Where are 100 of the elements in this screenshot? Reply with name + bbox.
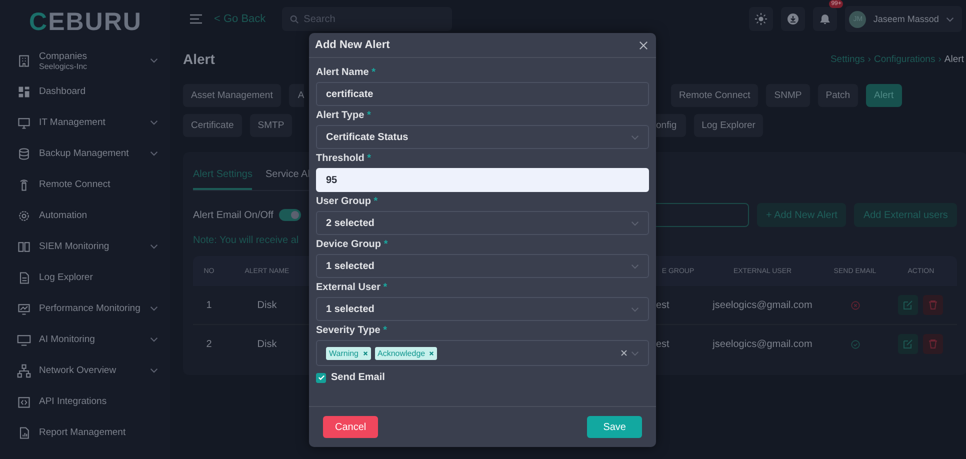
save-button[interactable]: Save bbox=[587, 416, 642, 438]
input-field[interactable]: certificate bbox=[316, 82, 649, 106]
remove-icon[interactable] bbox=[429, 350, 434, 356]
sidebar-item[interactable]: Performance Monitoring bbox=[0, 293, 170, 324]
table-cell: jseelogics@gmail.com bbox=[712, 338, 812, 350]
field-label: User Group * bbox=[316, 196, 379, 207]
config-tab[interactable]: Remote Connect bbox=[671, 84, 758, 107]
select-field[interactable]: 1 selected bbox=[316, 297, 649, 321]
database-icon bbox=[17, 146, 31, 160]
sidebar-item[interactable]: AI Monitoring bbox=[0, 324, 170, 355]
sidebar-item[interactable]: Network Overview bbox=[0, 355, 170, 386]
chevron-down-icon bbox=[150, 58, 158, 63]
field-label: Severity Type * bbox=[316, 325, 388, 336]
breadcrumb-separator: › bbox=[868, 54, 871, 64]
multi-select-field[interactable]: Warning Acknowledge bbox=[316, 340, 649, 366]
document-icon bbox=[17, 270, 31, 284]
back-link[interactable]: < Go Back bbox=[214, 13, 266, 25]
monitor-chart-icon bbox=[17, 302, 31, 316]
checkbox[interactable] bbox=[316, 372, 326, 382]
caret-icon bbox=[946, 16, 954, 22]
sidebar-item[interactable]: Backup Management bbox=[0, 138, 170, 169]
trash-icon bbox=[928, 339, 938, 349]
table-cell: 2 bbox=[206, 338, 212, 350]
tab[interactable]: Alert Settings bbox=[193, 160, 252, 190]
sidebar-item[interactable]: Remote Connect bbox=[0, 169, 170, 200]
notifications-button[interactable] bbox=[813, 7, 838, 31]
config-tab[interactable]: onfig bbox=[656, 114, 686, 137]
table-cell: jseelogics@gmail.com bbox=[712, 300, 812, 310]
sidebar-item[interactable]: IT Management bbox=[0, 107, 170, 138]
gear-icon bbox=[17, 208, 31, 222]
user-name: Jaseem Massod bbox=[873, 14, 939, 24]
breadcrumb-link[interactable]: Settings bbox=[830, 54, 865, 64]
config-tab[interactable]: Log Explorer bbox=[694, 114, 764, 137]
config-tab[interactable]: SNMP bbox=[766, 84, 810, 107]
chevron-down-icon bbox=[631, 350, 639, 356]
config-tab[interactable]: SMTP bbox=[250, 114, 292, 137]
modal-title: Add New Alert bbox=[315, 39, 390, 51]
field-label: Threshold * bbox=[316, 153, 372, 164]
close-icon[interactable] bbox=[639, 40, 648, 50]
code-box-icon bbox=[17, 394, 31, 408]
search-icon bbox=[290, 15, 299, 24]
chevron-down-icon bbox=[150, 306, 158, 311]
table-cell: est bbox=[656, 338, 670, 350]
sidebar-item[interactable]: Report Management bbox=[0, 417, 170, 448]
logo: CEBURU bbox=[28, 7, 143, 38]
field-label: Alert Type * bbox=[316, 110, 372, 121]
menu-icon[interactable] bbox=[190, 14, 202, 24]
download-icon bbox=[787, 13, 800, 25]
select-field[interactable]: Certificate Status bbox=[316, 125, 649, 149]
tag[interactable]: Warning bbox=[326, 346, 370, 360]
sidebar-item[interactable]: Companies Seelogics-Inc bbox=[0, 45, 170, 76]
sidebar-item[interactable]: Dashboard bbox=[0, 76, 170, 107]
chevron-down-icon bbox=[150, 337, 158, 342]
grid-icon bbox=[17, 84, 31, 98]
select-field[interactable]: 2 selected bbox=[316, 211, 649, 235]
table-cell: est bbox=[656, 300, 670, 310]
config-tab[interactable]: Patch bbox=[818, 84, 858, 107]
chevron-down-icon bbox=[150, 120, 158, 125]
remove-icon[interactable] bbox=[362, 350, 368, 356]
sidebar-item[interactable]: Log Explorer bbox=[0, 262, 170, 293]
config-tab[interactable]: Certificate bbox=[183, 114, 242, 137]
sidebar-item[interactable]: SIEM Monitoring bbox=[0, 231, 170, 262]
breadcrumb-separator: › bbox=[938, 54, 942, 64]
breadcrumb-link[interactable]: Configurations bbox=[874, 54, 936, 64]
table-cell: Disk bbox=[257, 300, 277, 310]
chevron-down-icon bbox=[631, 134, 639, 140]
download-button[interactable] bbox=[781, 7, 806, 31]
edit-icon bbox=[903, 339, 914, 349]
edit-icon bbox=[903, 300, 914, 310]
edit-button[interactable] bbox=[898, 295, 918, 315]
building-icon bbox=[17, 54, 31, 68]
chevron-down-icon bbox=[150, 151, 158, 156]
sidebar-item[interactable]: Automation bbox=[0, 200, 170, 231]
edit-button[interactable] bbox=[898, 334, 918, 354]
select-field[interactable]: 1 selected bbox=[316, 254, 649, 278]
devices-icon bbox=[17, 240, 31, 254]
trash-icon bbox=[928, 300, 938, 310]
toggle-label: Alert Email On/Off bbox=[193, 210, 274, 220]
input-field[interactable]: 95 bbox=[316, 168, 649, 192]
chevron-down-icon bbox=[631, 264, 639, 268]
chevron-down-icon bbox=[150, 244, 158, 249]
monitor-icon bbox=[17, 332, 31, 346]
chevron-down-icon bbox=[631, 306, 639, 312]
toggle-switch[interactable] bbox=[279, 209, 302, 221]
theme-button[interactable] bbox=[749, 7, 774, 31]
clear-icon[interactable] bbox=[621, 350, 627, 356]
checkbox-label: Send Email bbox=[331, 372, 385, 383]
config-tab[interactable]: A bbox=[288, 84, 304, 107]
page-title: Alert bbox=[183, 51, 216, 67]
cancel-button[interactable]: Cancel bbox=[323, 416, 378, 438]
tag[interactable]: Acknowledge bbox=[374, 346, 438, 360]
table-cell: 1 bbox=[206, 300, 212, 310]
document-chart-icon bbox=[17, 426, 31, 440]
config-tab[interactable]: Asset Management bbox=[183, 84, 281, 107]
field-label: Device Group * bbox=[316, 239, 389, 250]
breadcrumb-link[interactable]: Alert bbox=[944, 54, 964, 64]
table-cell: Disk bbox=[257, 338, 277, 350]
monitor-icon bbox=[17, 116, 31, 130]
sidebar-item[interactable]: API Integrations bbox=[0, 386, 170, 417]
config-tab[interactable]: Alert bbox=[866, 84, 902, 107]
